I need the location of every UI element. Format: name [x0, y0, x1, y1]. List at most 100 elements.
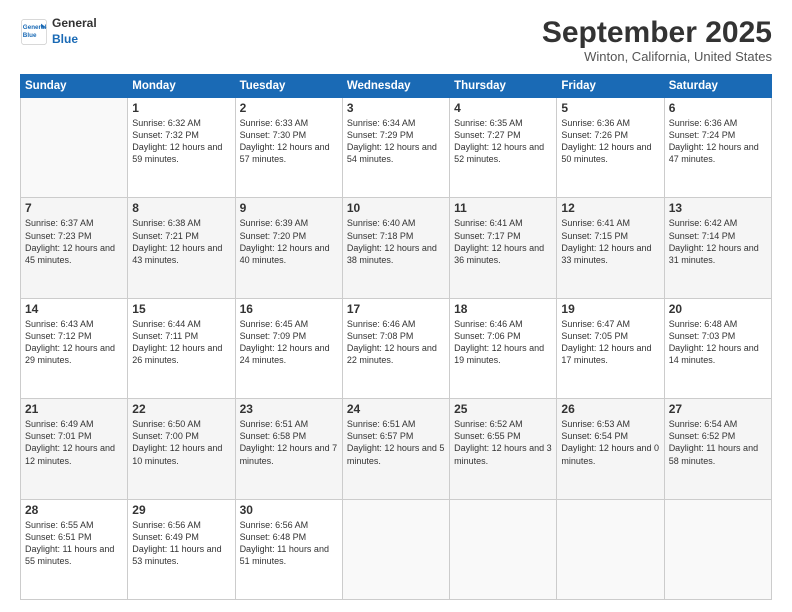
cell-details: Sunrise: 6:36 AMSunset: 7:26 PMDaylight:… — [561, 117, 659, 166]
day-number: 20 — [669, 302, 767, 316]
header-saturday: Saturday — [664, 75, 771, 98]
cell-details: Sunrise: 6:38 AMSunset: 7:21 PMDaylight:… — [132, 217, 230, 266]
logo-line1: General — [52, 16, 97, 32]
header-thursday: Thursday — [450, 75, 557, 98]
header-wednesday: Wednesday — [342, 75, 449, 98]
calendar-cell: 12 Sunrise: 6:41 AMSunset: 7:15 PMDayligh… — [557, 198, 664, 298]
calendar-cell: 3Sunrise: 6:34 AMSunset: 7:29 PMDaylight… — [342, 98, 449, 198]
weekday-header-row: Sunday Monday Tuesday Wednesday Thursday… — [21, 75, 772, 98]
cell-details: Sunrise: 6:51 AMSunset: 6:57 PMDaylight:… — [347, 418, 445, 467]
calendar-cell: 20 Sunrise: 6:48 AMSunset: 7:03 PMDayligh… — [664, 298, 771, 398]
cell-details: Sunrise: 6:52 AMSunset: 6:55 PMDaylight:… — [454, 418, 552, 467]
cell-details: Sunrise: 6:46 AMSunset: 7:08 PMDaylight:… — [347, 318, 445, 367]
day-number: 29 — [132, 503, 230, 517]
cell-details: Sunrise: 6:56 AMSunset: 6:49 PMDaylight:… — [132, 519, 230, 568]
calendar-cell: 18 Sunrise: 6:46 AMSunset: 7:06 PMDayligh… — [450, 298, 557, 398]
logo: General Blue General Blue — [20, 16, 97, 47]
day-number: 18 — [454, 302, 552, 316]
calendar-cell: 13 Sunrise: 6:42 AMSunset: 7:14 PMDayligh… — [664, 198, 771, 298]
day-number: 9 — [240, 201, 338, 215]
cell-details: Sunrise: 6:39 AMSunset: 7:20 PMDaylight:… — [240, 217, 338, 266]
day-number: 7 — [25, 201, 123, 215]
calendar-cell: 2 Sunrise: 6:33 AMSunset: 7:30 PMDaylight… — [235, 98, 342, 198]
cell-details: Sunrise: 6:46 AMSunset: 7:06 PMDaylight:… — [454, 318, 552, 367]
day-number: 13 — [669, 201, 767, 215]
calendar-cell: 26Sunrise: 6:53 AMSunset: 6:54 PMDayligh… — [557, 399, 664, 499]
cell-details: Sunrise: 6:49 AMSunset: 7:01 PMDaylight:… — [25, 418, 123, 467]
day-number: 23 — [240, 402, 338, 416]
calendar-week-row: 28 Sunrise: 6:55 AMSunset: 6:51 PMDayligh… — [21, 499, 772, 599]
title-block: September 2025 Winton, California, Unite… — [542, 16, 772, 64]
page: General Blue General Blue September 2025… — [0, 0, 792, 612]
day-number: 15 — [132, 302, 230, 316]
month-title: September 2025 — [542, 16, 772, 49]
calendar-cell — [664, 499, 771, 599]
calendar-cell: 27 Sunrise: 6:54 AMSunset: 6:52 PMDayligh… — [664, 399, 771, 499]
cell-details: Sunrise: 6:32 AMSunset: 7:32 PMDaylight:… — [132, 117, 230, 166]
calendar-cell: 24 Sunrise: 6:51 AMSunset: 6:57 PMDayligh… — [342, 399, 449, 499]
day-number: 28 — [25, 503, 123, 517]
logo-icon: General Blue — [20, 18, 48, 46]
calendar-cell: 6Sunrise: 6:36 AMSunset: 7:24 PMDaylight… — [664, 98, 771, 198]
cell-details: Sunrise: 6:41 AMSunset: 7:15 PMDaylight:… — [561, 217, 659, 266]
calendar-cell: 17 Sunrise: 6:46 AMSunset: 7:08 PMDayligh… — [342, 298, 449, 398]
cell-details: Sunrise: 6:42 AMSunset: 7:14 PMDaylight:… — [669, 217, 767, 266]
cell-details: Sunrise: 6:53 AMSunset: 6:54 PMDaylight:… — [561, 418, 659, 467]
day-number: 1 — [132, 101, 230, 115]
calendar-cell: 14Sunrise: 6:43 AMSunset: 7:12 PMDayligh… — [21, 298, 128, 398]
cell-details: Sunrise: 6:56 AMSunset: 6:48 PMDaylight:… — [240, 519, 338, 568]
cell-details: Sunrise: 6:37 AMSunset: 7:23 PMDaylight:… — [25, 217, 123, 266]
calendar-cell: 7 Sunrise: 6:37 AMSunset: 7:23 PMDaylight… — [21, 198, 128, 298]
calendar-cell: 30 Sunrise: 6:56 AMSunset: 6:48 PMDayligh… — [235, 499, 342, 599]
cell-details: Sunrise: 6:54 AMSunset: 6:52 PMDaylight:… — [669, 418, 767, 467]
cell-details: Sunrise: 6:48 AMSunset: 7:03 PMDaylight:… — [669, 318, 767, 367]
header-tuesday: Tuesday — [235, 75, 342, 98]
cell-details: Sunrise: 6:45 AMSunset: 7:09 PMDaylight:… — [240, 318, 338, 367]
day-number: 12 — [561, 201, 659, 215]
calendar-cell: 9 Sunrise: 6:39 AMSunset: 7:20 PMDaylight… — [235, 198, 342, 298]
calendar-cell — [342, 499, 449, 599]
header-monday: Monday — [128, 75, 235, 98]
calendar-week-row: 7 Sunrise: 6:37 AMSunset: 7:23 PMDaylight… — [21, 198, 772, 298]
day-number: 30 — [240, 503, 338, 517]
cell-details: Sunrise: 6:41 AMSunset: 7:17 PMDaylight:… — [454, 217, 552, 266]
calendar-cell: 25 Sunrise: 6:52 AMSunset: 6:55 PMDayligh… — [450, 399, 557, 499]
day-number: 6 — [669, 101, 767, 115]
cell-details: Sunrise: 6:47 AMSunset: 7:05 PMDaylight:… — [561, 318, 659, 367]
cell-details: Sunrise: 6:51 AMSunset: 6:58 PMDaylight:… — [240, 418, 338, 467]
cell-details: Sunrise: 6:33 AMSunset: 7:30 PMDaylight:… — [240, 117, 338, 166]
cell-details: Sunrise: 6:35 AMSunset: 7:27 PMDaylight:… — [454, 117, 552, 166]
cell-details: Sunrise: 6:34 AMSunset: 7:29 PMDaylight:… — [347, 117, 445, 166]
cell-details: Sunrise: 6:55 AMSunset: 6:51 PMDaylight:… — [25, 519, 123, 568]
calendar-cell: 22Sunrise: 6:50 AMSunset: 7:00 PMDayligh… — [128, 399, 235, 499]
calendar-cell: 21 Sunrise: 6:49 AMSunset: 7:01 PMDayligh… — [21, 399, 128, 499]
cell-details: Sunrise: 6:50 AMSunset: 7:00 PMDaylight:… — [132, 418, 230, 467]
calendar-week-row: 14Sunrise: 6:43 AMSunset: 7:12 PMDayligh… — [21, 298, 772, 398]
calendar-cell — [450, 499, 557, 599]
calendar-cell: 5Sunrise: 6:36 AMSunset: 7:26 PMDaylight… — [557, 98, 664, 198]
day-number: 17 — [347, 302, 445, 316]
day-number: 10 — [347, 201, 445, 215]
calendar-cell: 23 Sunrise: 6:51 AMSunset: 6:58 PMDayligh… — [235, 399, 342, 499]
day-number: 2 — [240, 101, 338, 115]
calendar-cell: 19 Sunrise: 6:47 AMSunset: 7:05 PMDayligh… — [557, 298, 664, 398]
cell-details: Sunrise: 6:44 AMSunset: 7:11 PMDaylight:… — [132, 318, 230, 367]
svg-text:Blue: Blue — [23, 31, 37, 38]
day-number: 21 — [25, 402, 123, 416]
location: Winton, California, United States — [542, 49, 772, 64]
day-number: 24 — [347, 402, 445, 416]
day-number: 25 — [454, 402, 552, 416]
day-number: 19 — [561, 302, 659, 316]
calendar-cell: 8 Sunrise: 6:38 AMSunset: 7:21 PMDaylight… — [128, 198, 235, 298]
calendar-cell: 28 Sunrise: 6:55 AMSunset: 6:51 PMDayligh… — [21, 499, 128, 599]
day-number: 8 — [132, 201, 230, 215]
calendar-cell: 16Sunrise: 6:45 AMSunset: 7:09 PMDayligh… — [235, 298, 342, 398]
header-sunday: Sunday — [21, 75, 128, 98]
day-number: 14 — [25, 302, 123, 316]
calendar-week-row: 1 Sunrise: 6:32 AMSunset: 7:32 PMDaylight… — [21, 98, 772, 198]
calendar-cell: 11Sunrise: 6:41 AMSunset: 7:17 PMDayligh… — [450, 198, 557, 298]
day-number: 27 — [669, 402, 767, 416]
calendar: Sunday Monday Tuesday Wednesday Thursday… — [20, 74, 772, 600]
calendar-cell: 15 Sunrise: 6:44 AMSunset: 7:11 PMDayligh… — [128, 298, 235, 398]
calendar-cell: 10Sunrise: 6:40 AMSunset: 7:18 PMDayligh… — [342, 198, 449, 298]
